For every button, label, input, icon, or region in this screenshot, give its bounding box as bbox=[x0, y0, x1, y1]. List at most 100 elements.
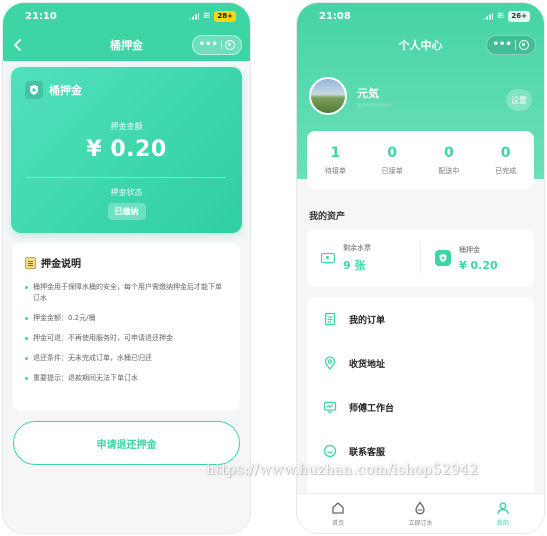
deposit-status-label: 押金状态 bbox=[110, 188, 143, 197]
refund-deposit-button[interactable]: 申请退还押金 bbox=[13, 421, 240, 465]
info-item-text: 押金金额：0.2元/桶 bbox=[33, 314, 96, 322]
home-icon bbox=[332, 501, 344, 514]
order-stat-label: 已完成 bbox=[495, 166, 517, 175]
tab-order-water[interactable]: 立即订水 bbox=[379, 494, 461, 533]
bottom-tab-bar: 首页 立即订水 我的 bbox=[297, 493, 544, 533]
tab-label: 我的 bbox=[496, 519, 509, 527]
info-item: 桶押金用于保障水桶的安全，每个用户需缴纳押金后才能下单订水 bbox=[25, 282, 228, 304]
watermark-text: https://www.huzhan.com/ishop52942 bbox=[206, 462, 479, 478]
menu-item-address[interactable]: 收货地址 bbox=[307, 341, 534, 385]
miniprogram-capsule: ••• bbox=[486, 35, 536, 55]
tickets-label: 剩余水票 bbox=[343, 244, 371, 252]
deposit-amount-value: ¥ 0.20 bbox=[86, 137, 167, 162]
wifi-icon: ≋ bbox=[202, 10, 211, 21]
tab-mine[interactable]: 我的 bbox=[462, 494, 544, 533]
screenshot-stage: 21:10 ≋ 28+ 桶押金 ••• 桶押金 押金金额 ¥ 0.20 押金状态… bbox=[0, 0, 547, 536]
miniprogram-capsule: ••• bbox=[192, 35, 242, 55]
battery-icon: 26+ bbox=[508, 10, 530, 22]
order-stat-label: 配送中 bbox=[438, 166, 460, 175]
info-item-text: 桶押金用于保障水桶的安全，每个用户需缴纳押金后才能下单订水 bbox=[33, 283, 222, 302]
order-stat-label: 已接单 bbox=[381, 166, 403, 175]
tab-label: 立即订水 bbox=[408, 519, 433, 527]
order-stat-completed[interactable]: 0 已完成 bbox=[477, 131, 534, 189]
close-target-icon[interactable] bbox=[519, 40, 530, 50]
menu-item-label: 我的订单 bbox=[349, 315, 386, 326]
user-name: 元気 bbox=[357, 87, 379, 100]
document-icon bbox=[25, 256, 36, 269]
tab-home[interactable]: 首页 bbox=[297, 494, 379, 533]
deposit-card: 桶押金 押金金额 ¥ 0.20 押金状态 已缴纳 bbox=[11, 67, 242, 233]
order-stat-delivering[interactable]: 0 配送中 bbox=[421, 131, 478, 189]
deposit-value: ¥ 0.20 bbox=[459, 258, 498, 272]
tab-label: 首页 bbox=[332, 519, 345, 527]
monitor-icon bbox=[323, 401, 337, 413]
settings-button[interactable]: 设置 bbox=[506, 89, 532, 111]
location-pin-icon bbox=[324, 356, 336, 370]
water-drop-icon bbox=[415, 500, 426, 514]
asset-text: 桶押金 ¥ 0.20 bbox=[459, 245, 498, 272]
water-tickets[interactable]: 剩余水票 9 张 bbox=[307, 243, 420, 273]
card-divider bbox=[27, 177, 226, 178]
status-time: 21:08 bbox=[319, 10, 351, 22]
info-item-text: 退还条件：无未完成订单，水桶已归还 bbox=[33, 354, 152, 362]
page-title: 桶押金 bbox=[110, 39, 143, 52]
info-title-row: 押金说明 bbox=[25, 255, 228, 270]
assets-title: 我的资产 bbox=[309, 212, 346, 222]
bullet-dot bbox=[25, 317, 28, 320]
nav-bar: 个人中心 ••• bbox=[297, 29, 544, 61]
order-stats-card: 1 待接单 0 已接单 0 配送中 0 已完成 bbox=[307, 131, 534, 189]
info-item: 押金金额：0.2元/桶 bbox=[25, 313, 228, 324]
deposit-screen: 21:10 ≋ 28+ 桶押金 ••• 桶押金 押金金额 ¥ 0.20 押金状态… bbox=[2, 2, 251, 534]
menu-item-label: 师傅工作台 bbox=[349, 403, 395, 414]
shield-icon bbox=[435, 250, 451, 266]
more-dots-icon[interactable]: ••• bbox=[493, 40, 512, 50]
avatar[interactable] bbox=[309, 77, 347, 115]
order-stat-pending[interactable]: 1 待接单 bbox=[307, 131, 364, 189]
wifi-icon: ≋ bbox=[496, 10, 505, 21]
order-stat-count: 1 bbox=[330, 144, 341, 161]
shield-icon bbox=[25, 81, 43, 99]
more-dots-icon[interactable]: ••• bbox=[199, 40, 218, 50]
bucket-deposit[interactable]: 桶押金 ¥ 0.20 bbox=[421, 245, 534, 272]
deposit-amount-label: 押金金额 bbox=[110, 122, 143, 131]
status-bar: 21:10 ≋ 28+ bbox=[3, 3, 250, 29]
order-stat-count: 0 bbox=[500, 144, 511, 161]
bullet-dot bbox=[25, 357, 28, 360]
deposit-card-title: 桶押金 bbox=[49, 84, 82, 97]
status-icons: ≋ 26+ bbox=[482, 10, 530, 22]
deposit-label: 桶押金 bbox=[459, 245, 480, 254]
bullet-dot bbox=[25, 377, 28, 380]
order-list-icon bbox=[324, 312, 336, 326]
back-icon[interactable] bbox=[11, 37, 25, 53]
menu-item-orders[interactable]: 我的订单 bbox=[307, 297, 534, 341]
signal-icon bbox=[188, 12, 199, 20]
bullet-dot bbox=[25, 286, 28, 289]
menu-item-workbench[interactable]: 师傅工作台 bbox=[307, 385, 534, 429]
deposit-card-header: 桶押金 bbox=[25, 81, 82, 99]
status-icons: ≋ 28+ bbox=[188, 10, 236, 22]
info-title: 押金说明 bbox=[41, 259, 81, 270]
deposit-info-card: 押金说明 桶押金用于保障水桶的安全，每个用户需缴纳押金后才能下单订水 押金金额：… bbox=[13, 243, 240, 411]
asset-text: 剩余水票 9 张 bbox=[343, 243, 371, 273]
order-stat-accepted[interactable]: 0 已接单 bbox=[364, 131, 421, 189]
info-item: 重要提示：退款期间无法下单订水 bbox=[25, 373, 228, 384]
menu-item-label: 联系客服 bbox=[349, 447, 386, 458]
status-bar: 21:08 ≋ 26+ bbox=[297, 3, 544, 29]
close-target-icon[interactable] bbox=[225, 40, 236, 50]
capsule-divider bbox=[515, 40, 517, 50]
deposit-status-badge: 已缴纳 bbox=[107, 203, 146, 220]
order-stat-count: 0 bbox=[444, 144, 454, 161]
page-title: 个人中心 bbox=[398, 39, 443, 52]
tickets-value: 9 张 bbox=[343, 259, 366, 272]
info-item-text: 押金可退：不再使用服务时，可申请退还押金 bbox=[33, 334, 173, 342]
order-stat-count: 0 bbox=[387, 144, 397, 161]
signal-icon bbox=[482, 12, 493, 20]
status-time: 21:10 bbox=[25, 10, 57, 22]
info-item-text: 重要提示：退款期间无法下单订水 bbox=[33, 374, 138, 382]
battery-icon: 28+ bbox=[214, 10, 236, 22]
assets-card: 剩余水票 9 张 桶押金 ¥ 0.20 bbox=[307, 229, 534, 287]
ticket-icon bbox=[321, 253, 335, 263]
capsule-divider bbox=[221, 40, 223, 50]
info-item: 押金可退：不再使用服务时，可申请退还押金 bbox=[25, 333, 228, 344]
info-item: 退还条件：无未完成订单，水桶已归还 bbox=[25, 353, 228, 364]
